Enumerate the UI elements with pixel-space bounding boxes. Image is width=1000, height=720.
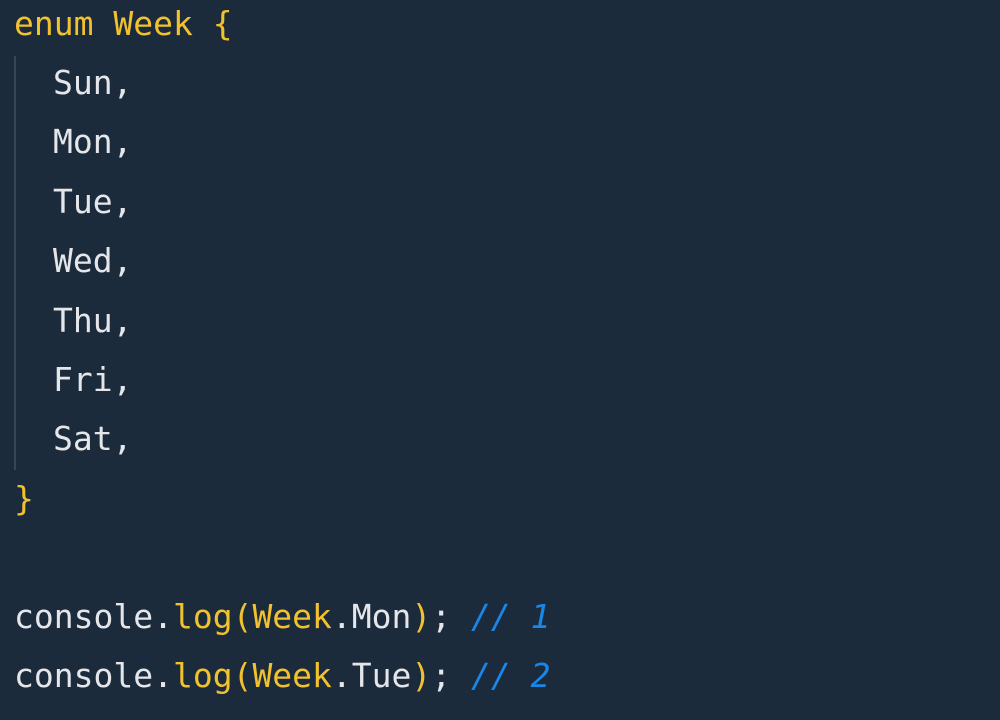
- arg-member: Tue: [351, 656, 412, 695]
- arg-object: Week: [252, 656, 332, 695]
- enum-member-tue: Tue,: [53, 182, 133, 221]
- code-editor[interactable]: enum Week { Sun, Mon, Tue, Wed, Thu, Fri…: [0, 0, 1000, 720]
- enum-member-sat: Sat,: [53, 419, 133, 458]
- dot: .: [153, 597, 173, 636]
- close-brace-line: }: [14, 476, 34, 522]
- enum-member-thu: Thu,: [53, 301, 133, 340]
- console-object: console: [14, 597, 154, 636]
- close-paren: ): [411, 597, 432, 636]
- open-paren: (: [232, 597, 253, 636]
- enum-name: Week: [113, 4, 193, 43]
- dot: .: [153, 656, 173, 695]
- comment: // 2: [471, 656, 551, 695]
- log-method: log: [172, 656, 233, 695]
- arg-object: Week: [252, 597, 332, 636]
- enum-member-fri: Fri,: [53, 360, 133, 399]
- enum-declaration-line: enum Week {: [14, 1, 233, 47]
- close-paren: ): [411, 656, 432, 695]
- semicolon: ;: [431, 597, 452, 636]
- enum-member-wed: Wed,: [53, 241, 133, 280]
- comment: // 1: [471, 597, 551, 636]
- enum-keyword: enum: [14, 4, 94, 43]
- console-log-line-2: console.log(Week.Tue); // 2: [14, 653, 551, 699]
- arg-member: Mon: [351, 597, 412, 636]
- semicolon: ;: [431, 656, 452, 695]
- console-log-line-1: console.log(Week.Mon); // 1: [14, 594, 551, 640]
- open-paren: (: [232, 656, 253, 695]
- dot: .: [331, 597, 352, 636]
- enum-member-sun: Sun,: [53, 63, 133, 102]
- enum-member-mon: Mon,: [53, 122, 133, 161]
- console-object: console: [14, 656, 154, 695]
- dot: .: [331, 656, 352, 695]
- close-brace: }: [14, 479, 34, 518]
- log-method: log: [172, 597, 233, 636]
- open-brace: {: [212, 4, 233, 43]
- indent-guide: [14, 56, 16, 470]
